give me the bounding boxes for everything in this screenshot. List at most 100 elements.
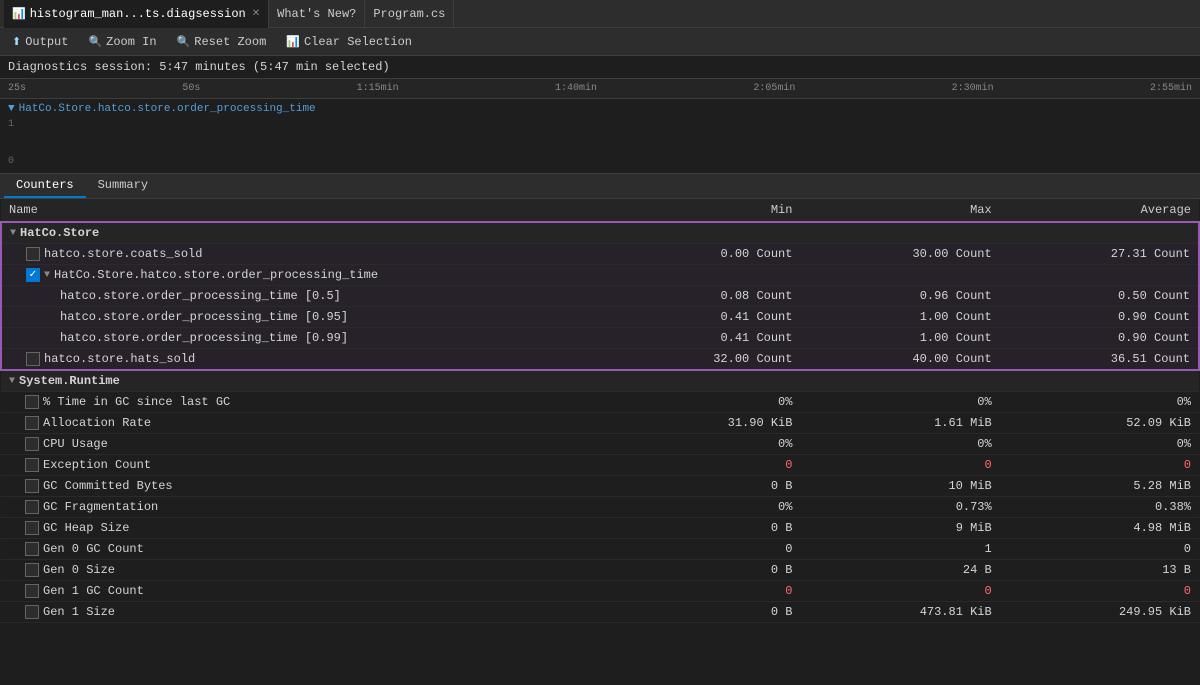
row-min: 0 (601, 581, 800, 602)
table-row[interactable]: % Time in GC since last GC 0% 0% 0% (1, 392, 1199, 413)
tab-diagsession-close[interactable]: ✕ (252, 8, 260, 20)
row-max: 0 (800, 581, 999, 602)
table-row[interactable]: hatco.store.hats_sold 32.00 Count 40.00 … (1, 349, 1199, 371)
row-max: 24 B (800, 560, 999, 581)
row-max: 0.73% (800, 497, 999, 518)
row-name-cell: hatco.store.order_processing_time [0.99] (1, 328, 601, 349)
row-name: GC Fragmentation (43, 500, 158, 514)
tab-counters[interactable]: Counters (4, 174, 86, 198)
tab-whats-new[interactable]: What's New? (269, 0, 365, 28)
ruler-mark-4: 2:05min (753, 83, 795, 94)
chart-y-labels: 1 0 (8, 117, 28, 169)
chart-collapse-icon[interactable]: ▼ (8, 103, 15, 115)
row-name: Gen 1 Size (43, 605, 115, 619)
table-row[interactable]: CPU Usage 0% 0% 0% (1, 434, 1199, 455)
tab-program-cs[interactable]: Program.cs (365, 0, 454, 28)
checkbox[interactable] (25, 500, 39, 514)
table-row[interactable]: ✓ HatCo.Store.hatco.store.order_processi… (1, 265, 1199, 286)
checkbox[interactable] (25, 521, 39, 535)
zoom-in-button[interactable]: 🔍 Zoom In (84, 33, 160, 51)
group-expand-icon[interactable] (9, 376, 15, 387)
table-group-row[interactable]: System.Runtime (1, 370, 1199, 392)
table-row[interactable]: GC Fragmentation 0% 0.73% 0.38% (1, 497, 1199, 518)
row-max: 0 (800, 455, 999, 476)
row-name-cell: GC Committed Bytes (1, 476, 601, 497)
ruler-mark-6: 2:55min (1150, 83, 1192, 94)
row-name-cell: hatco.store.coats_sold (1, 244, 601, 265)
output-button[interactable]: ⬆ Output (8, 33, 72, 51)
table-row[interactable]: Exception Count 0 0 0 (1, 455, 1199, 476)
row-min: 0 B (601, 602, 800, 623)
chart-y-1: 1 (8, 119, 28, 130)
output-label: Output (25, 35, 68, 49)
row-min: 0% (601, 434, 800, 455)
table-container[interactable]: Name Min Max Average HatCo.Store hatco.s… (0, 199, 1200, 684)
clear-selection-button[interactable]: 📊 Clear Selection (282, 33, 416, 51)
row-avg: 4.98 MiB (1000, 518, 1199, 539)
row-max: 0% (800, 434, 999, 455)
row-avg: 0% (1000, 434, 1199, 455)
row-avg: 0% (1000, 392, 1199, 413)
row-max: 1.00 Count (800, 307, 999, 328)
chart-y-0: 0 (8, 156, 28, 167)
checkbox[interactable] (25, 605, 39, 619)
view-tabs: Counters Summary (0, 174, 1200, 199)
tab-summary[interactable]: Summary (86, 174, 160, 198)
ruler-mark-1: 50s (182, 83, 200, 94)
table-header-row: Name Min Max Average (1, 199, 1199, 222)
row-avg: 0.38% (1000, 497, 1199, 518)
table-row[interactable]: Allocation Rate 31.90 KiB 1.61 MiB 52.09… (1, 413, 1199, 434)
table-row[interactable]: hatco.store.order_processing_time [0.5] … (1, 286, 1199, 307)
session-info-text: Diagnostics session: 5:47 minutes (5:47 … (8, 60, 390, 74)
group-expand-icon[interactable] (10, 228, 16, 239)
table-row[interactable]: hatco.store.order_processing_time [0.95]… (1, 307, 1199, 328)
reset-zoom-button[interactable]: 🔍 Reset Zoom (173, 33, 271, 51)
row-name-cell: Gen 1 GC Count (1, 581, 601, 602)
row-min: 0 B (601, 560, 800, 581)
table-row[interactable]: Gen 0 Size 0 B 24 B 13 B (1, 560, 1199, 581)
row-name-cell: hatco.store.hats_sold (1, 349, 601, 371)
row-min: 0.08 Count (601, 286, 800, 307)
row-avg: 0.50 Count (1000, 286, 1199, 307)
checkbox[interactable] (25, 395, 39, 409)
checkbox[interactable] (25, 458, 39, 472)
table-row[interactable]: Gen 1 GC Count 0 0 0 (1, 581, 1199, 602)
row-name: hatco.store.coats_sold (44, 247, 202, 261)
checkbox[interactable] (25, 584, 39, 598)
checkbox[interactable] (25, 542, 39, 556)
table-row[interactable]: hatco.store.coats_sold 0.00 Count 30.00 … (1, 244, 1199, 265)
row-min: 0% (601, 392, 800, 413)
row-name: HatCo.Store.hatco.store.order_processing… (54, 268, 378, 282)
row-name: Gen 0 GC Count (43, 542, 144, 556)
col-avg: Average (1000, 199, 1199, 222)
chart-bars-container (28, 117, 1192, 169)
row-name-cell: GC Heap Size (1, 518, 601, 539)
table-row[interactable]: GC Committed Bytes 0 B 10 MiB 5.28 MiB (1, 476, 1199, 497)
row-max: 0.96 Count (800, 286, 999, 307)
table-group-row[interactable]: HatCo.Store (1, 222, 1199, 244)
ruler-mark-3: 1:40min (555, 83, 597, 94)
row-name-cell: Gen 1 Size (1, 602, 601, 623)
row-name: Gen 0 Size (43, 563, 115, 577)
row-min: 31.90 KiB (601, 413, 800, 434)
checkbox[interactable] (25, 479, 39, 493)
row-name-cell: % Time in GC since last GC (1, 392, 601, 413)
row-max: 1 (800, 539, 999, 560)
checkbox[interactable] (25, 563, 39, 577)
table-row[interactable]: hatco.store.order_processing_time [0.99]… (1, 328, 1199, 349)
checkbox[interactable]: ✓ (26, 268, 40, 282)
row-name: Gen 1 GC Count (43, 584, 144, 598)
row-expand-icon[interactable] (44, 270, 50, 281)
table-row[interactable]: Gen 1 Size 0 B 473.81 KiB 249.95 KiB (1, 602, 1199, 623)
checkbox[interactable] (26, 352, 40, 366)
tab-diagsession[interactable]: 📊 histogram_man...ts.diagsession ✕ (4, 0, 269, 28)
table-row[interactable]: Gen 0 GC Count 0 1 0 (1, 539, 1199, 560)
table-row[interactable]: GC Heap Size 0 B 9 MiB 4.98 MiB (1, 518, 1199, 539)
checkbox[interactable] (25, 437, 39, 451)
checkbox[interactable] (25, 416, 39, 430)
tab-whats-new-label: What's New? (277, 7, 356, 21)
chart-title: ▼ HatCo.Store.hatco.store.order_processi… (8, 103, 1192, 115)
row-name-cell: Gen 0 Size (1, 560, 601, 581)
tab-diagsession-label: histogram_man...ts.diagsession (30, 7, 246, 21)
checkbox[interactable] (26, 247, 40, 261)
